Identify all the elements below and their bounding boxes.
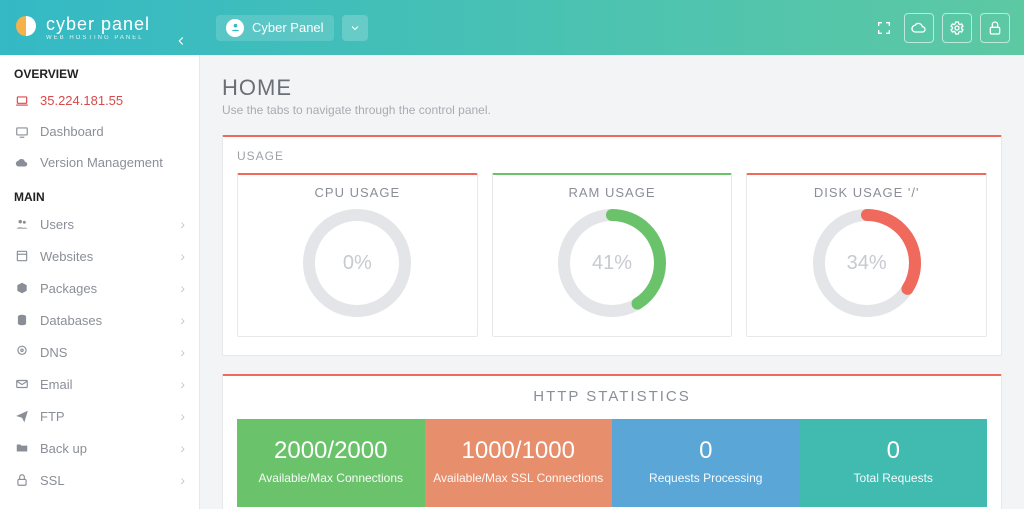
- chevron-right-icon: ›: [180, 440, 185, 456]
- mail-icon: [14, 377, 30, 391]
- send-icon: [14, 409, 30, 423]
- http-stat: 0 Requests Processing: [612, 419, 800, 507]
- chevron-right-icon: ›: [180, 472, 185, 488]
- user-dropdown-button[interactable]: [342, 15, 368, 41]
- topbar: cyber panel WEB HOSTING PANEL Cyber Pane…: [0, 0, 1024, 55]
- http-stat: 1000/1000 Available/Max SSL Connections: [425, 419, 613, 507]
- chevron-right-icon: ›: [180, 408, 185, 424]
- user-avatar-icon: [226, 19, 244, 37]
- gauge-card: CPU USAGE 0%: [237, 173, 478, 337]
- sidebar-item-label: DNS: [40, 345, 170, 360]
- chevron-right-icon: ›: [180, 280, 185, 296]
- chevron-right-icon: ›: [180, 216, 185, 232]
- sidebar-item-label: Back up: [40, 441, 170, 456]
- http-stat-value: 2000/2000: [243, 437, 419, 465]
- chevron-right-icon: ›: [180, 376, 185, 392]
- usage-card: USAGE CPU USAGE 0% RAM USAGE 41% DISK USAGE …: [222, 135, 1002, 356]
- sidebar-item-label: Users: [40, 217, 170, 232]
- page-subtitle: Use the tabs to navigate through the con…: [222, 103, 1002, 117]
- top-actions: [876, 13, 1024, 43]
- brand-logo-icon: [14, 14, 38, 41]
- cloud-button[interactable]: [904, 13, 934, 43]
- website-icon: [14, 249, 30, 263]
- laptop-icon: [14, 94, 30, 108]
- sidebar-heading: SERVER: [0, 496, 199, 509]
- gauge: 34%: [812, 208, 922, 318]
- http-stat-label: Total Requests: [806, 471, 982, 485]
- brand-subtitle: WEB HOSTING PANEL: [46, 35, 150, 41]
- page-title: HOME: [222, 75, 1002, 101]
- sidebar-item-email[interactable]: Email ›: [0, 368, 199, 400]
- settings-button[interactable]: [942, 13, 972, 43]
- sidebar-item-users[interactable]: Users ›: [0, 208, 199, 240]
- gauge: 41%: [557, 208, 667, 318]
- chevron-right-icon: ›: [180, 248, 185, 264]
- sidebar-item-websites[interactable]: Websites ›: [0, 240, 199, 272]
- gauge-card: RAM USAGE 41%: [492, 173, 733, 337]
- sidebar-item-dashboard[interactable]: Dashboard: [0, 116, 199, 147]
- sidebar-item-label: FTP: [40, 409, 170, 424]
- sidebar-item-label: Dashboard: [40, 124, 185, 139]
- http-stats-card: HTTP STATISTICS 2000/2000 Available/Max C…: [222, 374, 1002, 509]
- gauge-card: DISK USAGE '/' 34%: [746, 173, 987, 337]
- http-stat-label: Available/Max Connections: [243, 471, 419, 485]
- usage-card-title: USAGE: [237, 149, 987, 163]
- sidebar-item-label: SSL: [40, 473, 170, 488]
- http-stat-value: 1000/1000: [431, 437, 607, 465]
- sidebar-item-label: Websites: [40, 249, 170, 264]
- sidebar-heading: MAIN: [0, 178, 199, 208]
- http-stat-value: 0: [618, 437, 794, 465]
- sidebar-item-35-224-181-55[interactable]: 35.224.181.55: [0, 85, 199, 116]
- http-stat: 0 Total Requests: [800, 419, 988, 507]
- http-stat-label: Available/Max SSL Connections: [431, 471, 607, 485]
- sidebar-item-ssl[interactable]: SSL ›: [0, 464, 199, 496]
- gauge-percent: 41%: [557, 208, 667, 318]
- sidebar-toggle-button[interactable]: [170, 30, 192, 52]
- brand: cyber panel WEB HOSTING PANEL: [0, 14, 200, 41]
- lock-icon: [14, 473, 30, 487]
- chevron-right-icon: ›: [180, 344, 185, 360]
- user-name: Cyber Panel: [252, 20, 324, 35]
- http-stat-value: 0: [806, 437, 982, 465]
- sidebar-item-ftp[interactable]: FTP ›: [0, 400, 199, 432]
- sidebar-heading: OVERVIEW: [0, 55, 199, 85]
- folder-icon: [14, 441, 30, 455]
- sidebar-item-label: Email: [40, 377, 170, 392]
- chevron-right-icon: ›: [180, 312, 185, 328]
- gauge-title: CPU USAGE: [248, 185, 467, 200]
- http-stat: 2000/2000 Available/Max Connections: [237, 419, 425, 507]
- sidebar-item-version-management[interactable]: Version Management: [0, 147, 199, 178]
- lock-button[interactable]: [980, 13, 1010, 43]
- http-stats-title: HTTP STATISTICS: [237, 388, 987, 405]
- http-stat-label: Requests Processing: [618, 471, 794, 485]
- user-menu-button[interactable]: Cyber Panel: [216, 15, 334, 41]
- users-icon: [14, 217, 30, 231]
- package-icon: [14, 281, 30, 295]
- fullscreen-icon[interactable]: [876, 13, 892, 43]
- sidebar-item-back-up[interactable]: Back up ›: [0, 432, 199, 464]
- sidebar-item-label: 35.224.181.55: [40, 93, 185, 108]
- sidebar-item-label: Packages: [40, 281, 170, 296]
- gauge-percent: 34%: [812, 208, 922, 318]
- gauge-title: DISK USAGE '/': [757, 185, 976, 200]
- sidebar-item-packages[interactable]: Packages ›: [0, 272, 199, 304]
- sidebar-item-label: Version Management: [40, 155, 185, 170]
- gauge-percent: 0%: [302, 208, 412, 318]
- gauge-title: RAM USAGE: [503, 185, 722, 200]
- sidebar-item-label: Databases: [40, 313, 170, 328]
- main-content: HOME Use the tabs to navigate through th…: [200, 55, 1024, 509]
- sidebar: OVERVIEW 35.224.181.55 Dashboard Version Ma…: [0, 55, 200, 509]
- database-icon: [14, 313, 30, 327]
- dns-icon: [14, 345, 30, 359]
- tv-icon: [14, 125, 30, 139]
- sidebar-item-dns[interactable]: DNS ›: [0, 336, 199, 368]
- gauge: 0%: [302, 208, 412, 318]
- sidebar-item-databases[interactable]: Databases ›: [0, 304, 199, 336]
- brand-title: cyber panel: [46, 14, 150, 35]
- cloud-icon: [14, 156, 30, 170]
